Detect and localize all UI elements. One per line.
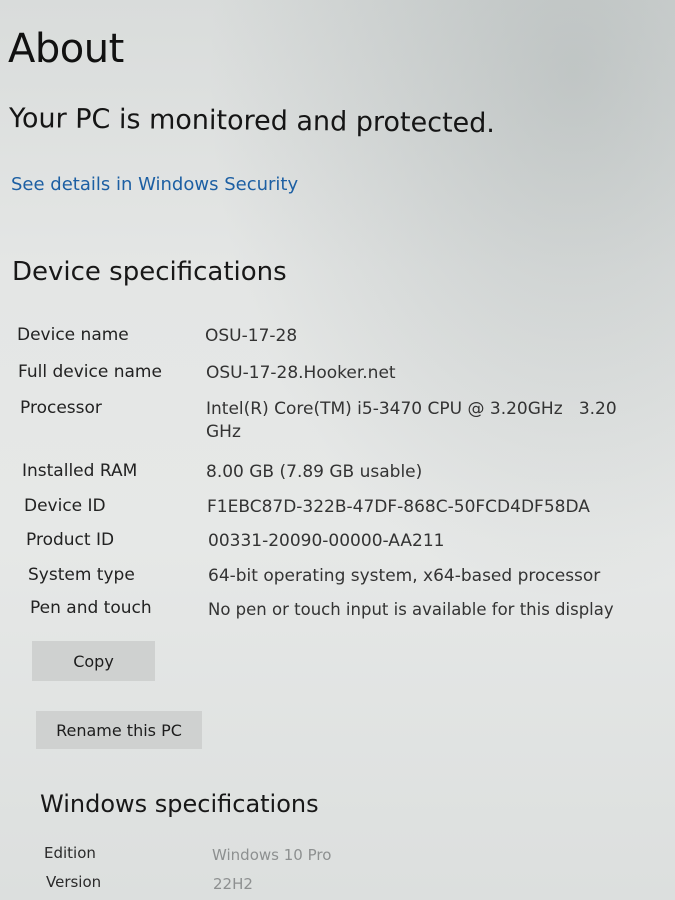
spec-label: Edition — [44, 844, 96, 862]
windows-specifications-list: Edition Windows 10 Pro Version 22H2 — [0, 0, 675, 900]
spec-value: 22H2 — [213, 875, 253, 893]
spec-value: Windows 10 Pro — [212, 846, 332, 864]
spec-label: Version — [46, 873, 102, 891]
